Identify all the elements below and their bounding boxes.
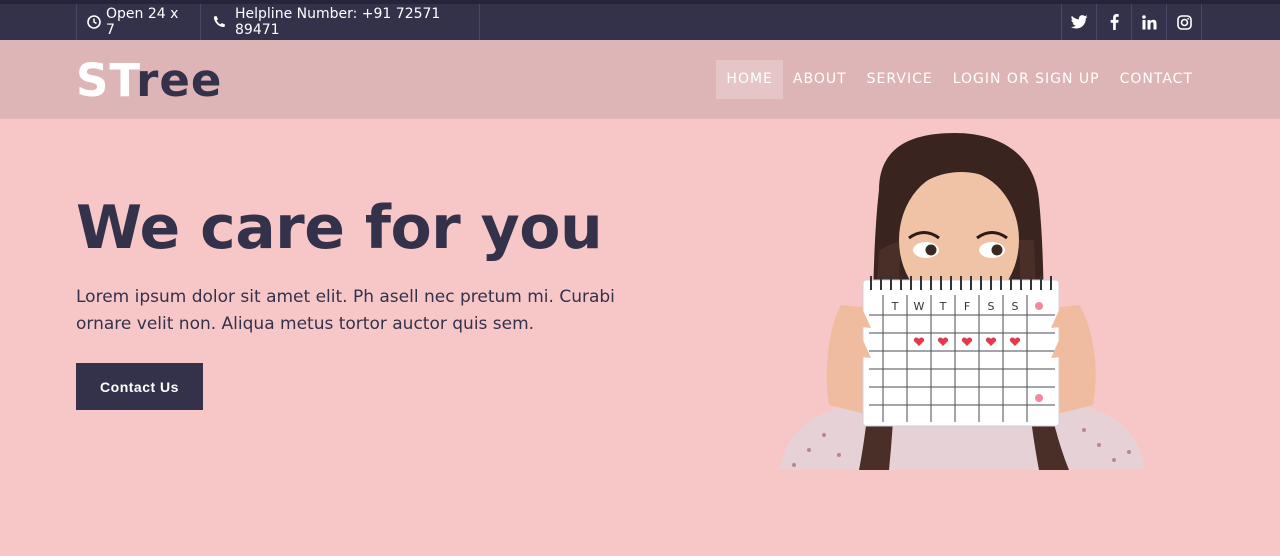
calendar-day: T bbox=[891, 300, 899, 313]
brand-part-2: ree bbox=[136, 54, 223, 107]
facebook-icon bbox=[1110, 14, 1119, 30]
nav-contact[interactable]: CONTACT bbox=[1110, 60, 1203, 99]
hours-info: Open 24 x 7 bbox=[76, 4, 200, 40]
hero-image: T W T F S S bbox=[779, 130, 1145, 470]
twitter-link[interactable] bbox=[1061, 4, 1096, 40]
clock-icon bbox=[87, 15, 101, 29]
hero-title: We care for you bbox=[76, 193, 603, 263]
brand-part-1: ST bbox=[76, 54, 137, 107]
main-nav: HOME ABOUT SERVICE LOGIN OR SIGN UP CONT… bbox=[716, 60, 1203, 99]
helpline-text: Helpline Number: +91 72571 89471 bbox=[235, 6, 441, 38]
nav-service[interactable]: SERVICE bbox=[857, 60, 943, 99]
nav-login[interactable]: LOGIN OR SIGN UP bbox=[943, 60, 1110, 99]
calendar-day: T bbox=[939, 300, 947, 313]
calendar-day: S bbox=[988, 300, 995, 313]
twitter-icon bbox=[1070, 15, 1088, 29]
contact-us-button[interactable]: Contact Us bbox=[76, 363, 203, 410]
linkedin-link[interactable] bbox=[1131, 4, 1166, 40]
top-bar: Open 24 x 7 Helpline Number: +91 72571 8… bbox=[0, 0, 1280, 40]
nav-home[interactable]: HOME bbox=[716, 60, 783, 99]
hours-text: Open 24 x 7 bbox=[106, 6, 179, 38]
helpline-info: Helpline Number: +91 72571 89471 bbox=[200, 4, 479, 40]
calendar-day: F bbox=[964, 300, 970, 313]
instagram-icon bbox=[1176, 14, 1192, 30]
brand-logo[interactable]: STree bbox=[76, 56, 222, 106]
calendar-day: S bbox=[1012, 300, 1019, 313]
linkedin-icon bbox=[1141, 14, 1157, 30]
nav-about[interactable]: ABOUT bbox=[783, 60, 857, 99]
navbar: STree HOME ABOUT SERVICE LOGIN OR SIGN U… bbox=[0, 40, 1280, 119]
hero-description: Lorem ipsum dolor sit amet elit. Ph asel… bbox=[76, 287, 615, 334]
phone-icon bbox=[212, 15, 226, 29]
facebook-link[interactable] bbox=[1096, 4, 1131, 40]
calendar-day: W bbox=[914, 300, 925, 313]
instagram-link[interactable] bbox=[1166, 4, 1201, 40]
